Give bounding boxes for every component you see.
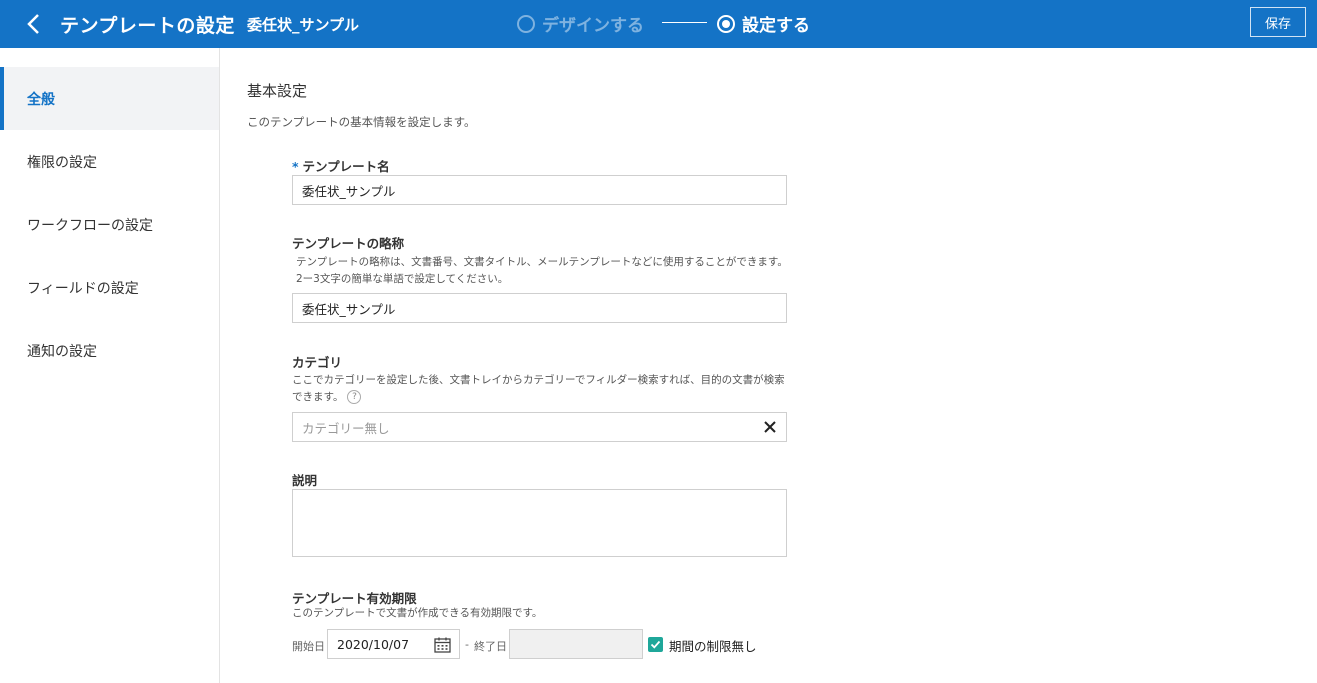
sidebar-item-notifications[interactable]: 通知の設定 (0, 319, 219, 382)
required-mark: * (292, 159, 299, 174)
start-date-value: 2020/10/07 (337, 636, 410, 652)
calendar-icon[interactable] (434, 637, 451, 653)
radio-selected-icon (717, 14, 735, 33)
no-limit-checkbox[interactable] (648, 637, 663, 652)
help-icon[interactable]: ? (347, 390, 362, 404)
back-button[interactable] (20, 10, 48, 38)
template-name-label-text: テンプレート名 (302, 159, 390, 174)
sidebar-item-permissions[interactable]: 権限の設定 (0, 130, 219, 193)
close-icon[interactable] (763, 420, 777, 434)
sidebar-item-workflow[interactable]: ワークフローの設定 (0, 193, 219, 256)
sidebar-item-general[interactable]: 全般 (0, 67, 219, 130)
abbreviation-hint: テンプレートの略称は、文書番号、文書タイトル、メールテンプレートなどに使用するこ… (296, 256, 788, 285)
radio-empty-icon (517, 14, 535, 33)
end-date-input[interactable] (509, 629, 643, 659)
step-design[interactable]: デザインする (517, 11, 644, 36)
description-textarea[interactable] (292, 489, 787, 557)
abbreviation-input[interactable]: 委任状_サンプル (292, 293, 787, 323)
step-settings-label: 設定する (742, 16, 810, 36)
checkmark-icon (650, 640, 661, 649)
sidebar-item-fields[interactable]: フィールドの設定 (0, 256, 219, 319)
category-hint-text: ここでカテゴリーを設定した後、文書トレイからカテゴリーでフィルダー検索すれば、目… (292, 374, 785, 403)
no-limit-label: 期間の制限無し (669, 639, 757, 654)
chevron-left-icon (27, 14, 39, 34)
start-date-input[interactable]: 2020/10/07 (327, 629, 460, 659)
category-hint: ここでカテゴリーを設定した後、文書トレイからカテゴリーでフィルダー検索すれば、目… (292, 372, 792, 406)
step-settings[interactable]: 設定する (717, 11, 810, 36)
section-description: このテンプレートの基本情報を設定します。 (247, 115, 476, 129)
template-name-subtitle: 委任状_サンプル (247, 16, 360, 34)
end-date-label: 終了日 (474, 640, 507, 653)
category-placeholder: カテゴリー無し (302, 420, 390, 436)
top-header: テンプレートの設定 委任状_サンプル デザインする 設定する 保存 (0, 0, 1317, 48)
step-connector (662, 22, 707, 23)
category-label: カテゴリ (292, 355, 343, 370)
section-title: 基本設定 (247, 82, 308, 100)
step-design-label: デザインする (542, 16, 644, 36)
abbreviation-label: テンプレートの略称 (292, 236, 405, 251)
validity-hint: このテンプレートで文書が作成できる有効期限です。 (292, 607, 543, 619)
template-name-label: * テンプレート名 (292, 156, 390, 175)
sidebar: 全般 権限の設定 ワークフローの設定 フィールドの設定 通知の設定 (0, 48, 220, 683)
date-separator: - (465, 638, 469, 651)
template-name-input[interactable]: 委任状_サンプル (292, 175, 787, 205)
category-select[interactable]: カテゴリー無し (292, 412, 787, 442)
start-date-label: 開始日 (292, 640, 325, 653)
description-label: 説明 (292, 473, 318, 488)
save-button[interactable]: 保存 (1250, 7, 1306, 37)
page-title: テンプレートの設定 (60, 15, 235, 37)
